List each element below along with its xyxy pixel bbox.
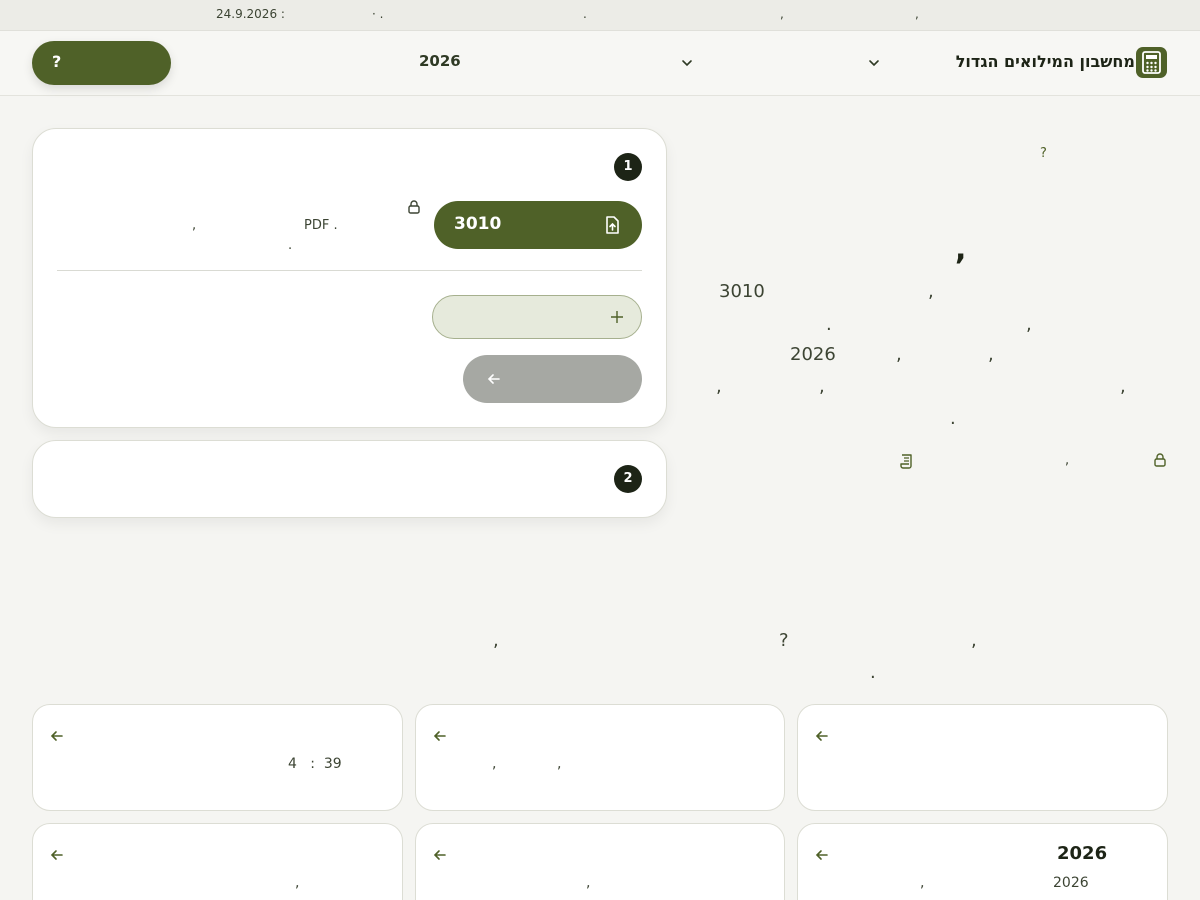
step-2-badge: 2 xyxy=(614,465,642,493)
arrow-left-icon xyxy=(433,731,446,741)
strip-sep: . xyxy=(583,7,587,21)
faq-intro-question: ? xyxy=(779,630,789,651)
intro-punct: , xyxy=(1026,314,1032,335)
help-button[interactable]: ? xyxy=(32,41,171,85)
arrow-left-icon xyxy=(815,731,828,741)
tile-title: 2026 xyxy=(1057,843,1108,864)
upload-form-3010-button[interactable]: 3010 xyxy=(434,201,642,249)
tile-year: 2026 xyxy=(1053,875,1089,891)
upload-note-comma: , xyxy=(192,218,197,233)
intro-form-number: 3010 xyxy=(719,281,765,302)
step-2-card[interactable] xyxy=(32,440,667,518)
next-button[interactable] xyxy=(463,355,642,403)
arrow-left-icon xyxy=(50,731,63,741)
arrow-left-icon xyxy=(433,850,446,860)
app-header: ? 2026 מחשבון המילואים הגדול xyxy=(0,31,1200,96)
chevron-down-icon[interactable] xyxy=(868,57,880,69)
strip-sep: · . xyxy=(372,7,384,21)
intro-punct: , xyxy=(819,376,825,397)
step-1-badge: 1 xyxy=(614,153,642,181)
calculator-icon xyxy=(1136,47,1167,78)
faq-intro-punct: , xyxy=(971,630,977,651)
arrow-left-icon xyxy=(50,850,63,860)
info-tile[interactable]: , xyxy=(32,823,403,900)
info-tile[interactable]: 4 : 39 xyxy=(32,704,403,811)
intro-punct: , xyxy=(716,376,722,397)
info-tile[interactable] xyxy=(797,704,1168,811)
file-upload-icon xyxy=(606,216,619,234)
help-button-label: ? xyxy=(52,52,62,71)
info-tile[interactable]: , , xyxy=(415,704,785,811)
faq-intro-punct: . xyxy=(870,662,876,683)
arrow-left-icon xyxy=(487,374,500,384)
tile-text: , xyxy=(920,875,925,891)
upload-button-label: 3010 xyxy=(454,214,502,234)
strip-sep: , xyxy=(780,7,784,21)
top-info-strip: 24.9.2026 : · . . , , xyxy=(0,0,1200,31)
tile-text: , xyxy=(295,875,300,891)
faq-intro-punct: , xyxy=(493,630,499,651)
chevron-down-icon[interactable] xyxy=(681,57,693,69)
divider xyxy=(57,270,642,271)
arrow-left-icon xyxy=(815,850,828,860)
intro-heading-mark: , xyxy=(955,232,967,267)
info-tile[interactable]: 2026 2026 , xyxy=(797,823,1168,900)
intro-question: ? xyxy=(1040,146,1047,161)
lock-icon xyxy=(1154,453,1166,467)
intro-punct: , xyxy=(988,344,994,365)
intro-year: 2026 xyxy=(790,344,836,365)
upload-note-dot: . xyxy=(288,238,293,253)
intro-punct: . xyxy=(826,314,832,335)
strip-sep: , xyxy=(915,7,919,21)
intro-punct: , xyxy=(928,281,934,302)
tile-text: 4 : 39 xyxy=(288,756,342,772)
date-label: 24.9.2026 : xyxy=(216,7,285,21)
add-button[interactable] xyxy=(432,295,642,339)
intro-footer-comma: , xyxy=(1065,453,1070,468)
upload-note-pdf: PDF . xyxy=(304,218,338,233)
tile-text: , xyxy=(492,756,497,772)
plus-icon xyxy=(611,311,623,323)
lock-icon xyxy=(408,200,420,214)
year-selector[interactable]: 2026 xyxy=(419,52,461,70)
tile-text: , xyxy=(557,756,562,772)
intro-punct: , xyxy=(1120,376,1126,397)
scroll-icon xyxy=(900,454,912,469)
intro-punct: . xyxy=(950,408,956,429)
intro-punct: , xyxy=(896,344,902,365)
tile-text: , xyxy=(586,875,591,891)
brand-name: מחשבון המילואים הגדול xyxy=(955,52,1135,71)
info-tile[interactable]: , xyxy=(415,823,785,900)
